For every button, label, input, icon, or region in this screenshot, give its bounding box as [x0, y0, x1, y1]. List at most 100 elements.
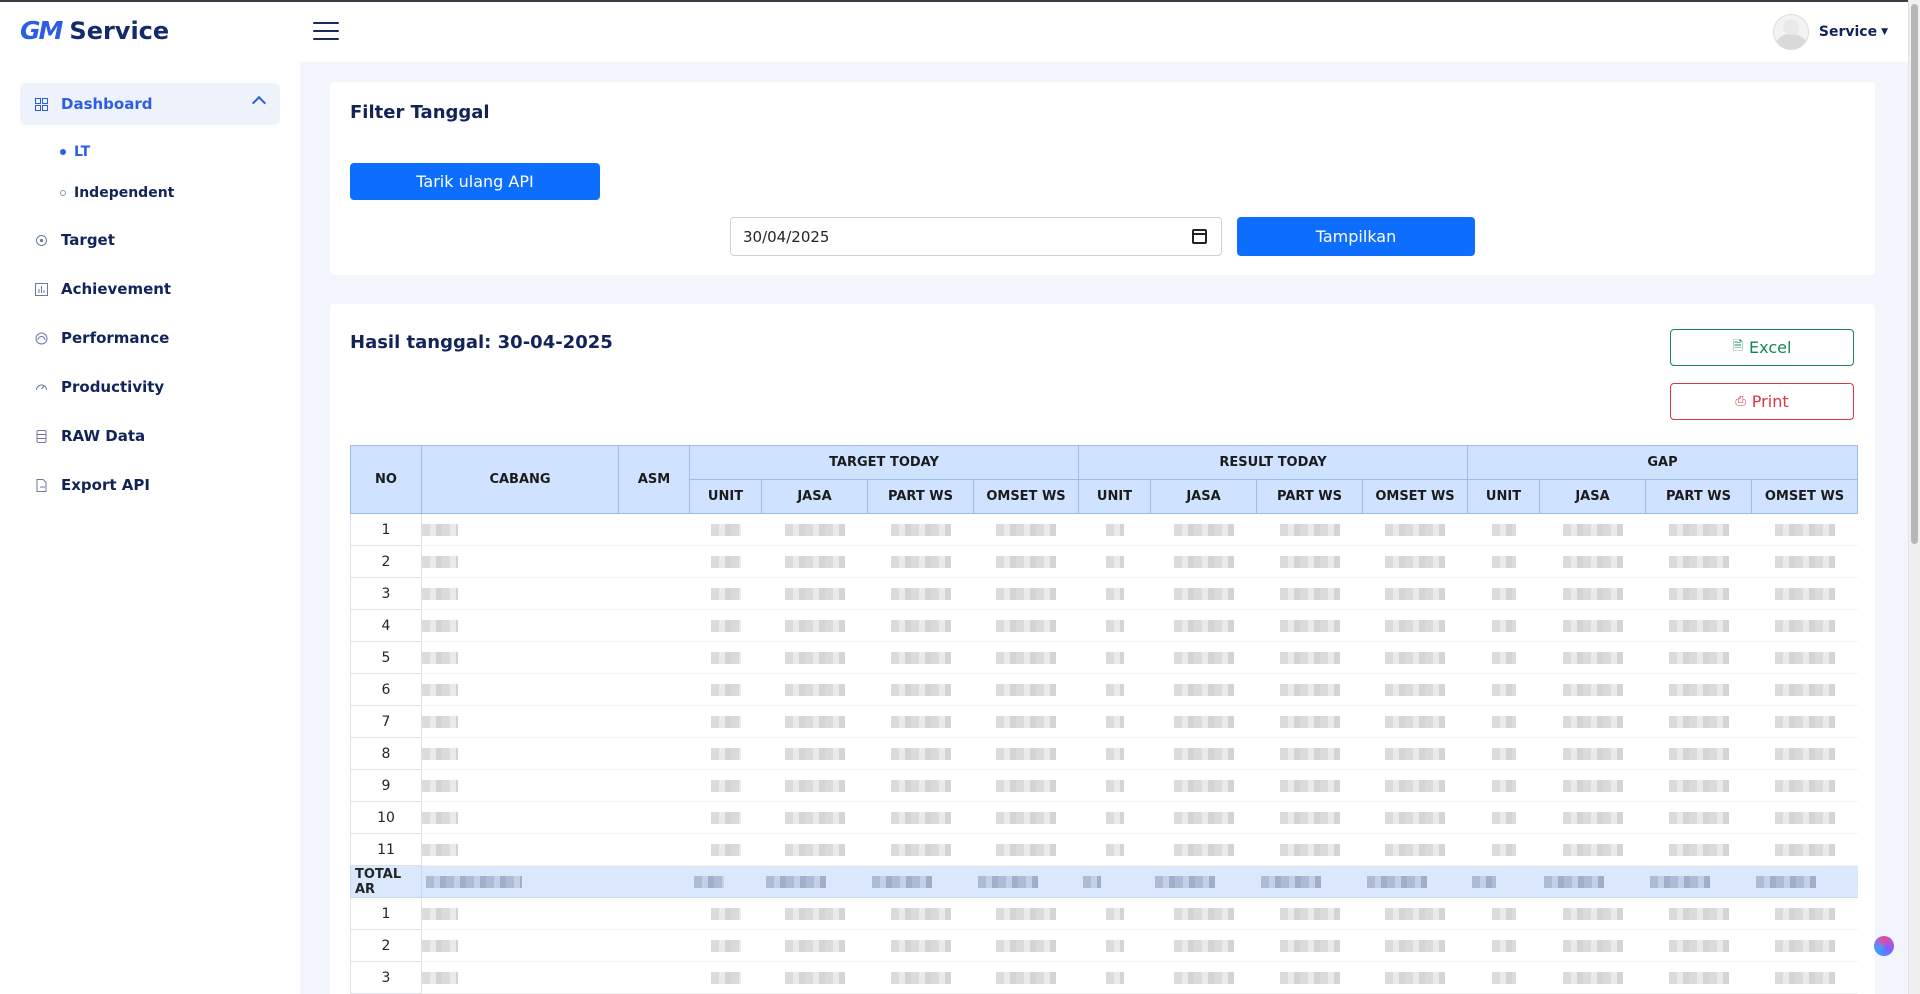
- asm-cell: [618, 961, 690, 994]
- reload-api-button[interactable]: Tarik ulang API: [350, 163, 600, 200]
- value-cell: [689, 673, 762, 706]
- value-cell: [1751, 673, 1858, 706]
- result-table: NO CABANG ASM TARGET TODAY RESULT TODAY …: [350, 445, 1858, 994]
- subheader-cell: UNIT: [1078, 479, 1151, 514]
- value-cell: [1362, 545, 1468, 578]
- value-cell: [1256, 705, 1363, 738]
- value-cell: [1645, 673, 1752, 706]
- value-cell: [973, 769, 1079, 802]
- sidebar-item-dashboard[interactable]: Dashboard: [20, 83, 280, 125]
- table-row: 4: [350, 609, 1858, 642]
- value-cell: [1751, 737, 1858, 770]
- value-cell: [1645, 513, 1752, 546]
- value-cell: [1362, 609, 1468, 642]
- header-cabang: CABANG: [421, 445, 619, 514]
- value-cell: [1078, 801, 1151, 834]
- subheader-cell: OMSET WS: [1362, 479, 1468, 514]
- table-row: 2: [350, 929, 1858, 962]
- value-cell: [689, 545, 762, 578]
- value-cell: [689, 513, 762, 546]
- cabang-cell: [421, 865, 619, 898]
- show-button[interactable]: Tampilkan: [1237, 217, 1475, 256]
- cabang-cell: [421, 801, 619, 834]
- value-cell: [1539, 961, 1646, 994]
- value-cell: [1256, 897, 1363, 930]
- table-row: 8: [350, 737, 1858, 770]
- value-cell: [867, 769, 974, 802]
- value-cell: [1078, 577, 1151, 610]
- value-cell: [1362, 897, 1468, 930]
- value-cell: [689, 769, 762, 802]
- excel-button[interactable]: 🗎 Excel: [1670, 329, 1854, 366]
- cabang-cell: [421, 641, 619, 674]
- date-field[interactable]: 30/04/2025: [730, 217, 1222, 256]
- table-row: 3: [350, 577, 1858, 610]
- asm-cell: [618, 897, 690, 930]
- assistant-icon[interactable]: [1874, 936, 1894, 956]
- target-icon: [34, 233, 48, 247]
- value-cell: [1539, 929, 1646, 962]
- value-cell: [867, 513, 974, 546]
- row-number: 4: [350, 609, 422, 642]
- asm-cell: [618, 641, 690, 674]
- value-cell: [973, 961, 1079, 994]
- value-cell: [1150, 513, 1257, 546]
- value-cell: [973, 577, 1079, 610]
- sidebar-subitem-label: Independent: [74, 185, 175, 201]
- value-cell: [761, 545, 868, 578]
- sidebar-item-label: Performance: [61, 329, 170, 347]
- total-row: TOTAL AR: [350, 865, 1858, 898]
- print-button[interactable]: ⎙ Print: [1670, 383, 1854, 420]
- sidebar-item-performance[interactable]: Performance: [20, 317, 280, 359]
- sidebar-item-achievement[interactable]: Achievement: [20, 268, 280, 310]
- sidebar-item-productivity[interactable]: Productivity: [20, 366, 280, 408]
- sidebar-item-target[interactable]: Target: [20, 219, 280, 261]
- value-cell: [1150, 961, 1257, 994]
- header-gap: GAP: [1467, 445, 1858, 480]
- asm-cell: [618, 705, 690, 738]
- sidebar-item-export-api[interactable]: Export API: [20, 464, 280, 506]
- brand[interactable]: GM Service: [20, 16, 169, 45]
- avatar: [1772, 14, 1809, 50]
- excel-label: Excel: [1749, 338, 1792, 357]
- value-cell: [1751, 513, 1858, 546]
- subheader-cell: JASA: [761, 479, 868, 514]
- value-cell: [1150, 545, 1257, 578]
- value-cell: [1539, 737, 1646, 770]
- value-cell: [1256, 577, 1363, 610]
- sidebar-item-raw-data[interactable]: RAW Data: [20, 415, 280, 457]
- file-excel-icon: 🗎: [1732, 338, 1744, 354]
- asm-cell: [618, 833, 690, 866]
- value-cell: [1256, 737, 1363, 770]
- value-cell: [1362, 673, 1468, 706]
- sidebar-subitem-lt[interactable]: LT: [60, 141, 90, 163]
- scroll-thumb[interactable]: [1911, 4, 1918, 544]
- value-cell: [761, 769, 868, 802]
- table-row: 11: [350, 833, 1858, 866]
- row-number: 11: [350, 833, 422, 866]
- value-cell: [867, 961, 974, 994]
- sidebar-item-label: RAW Data: [61, 427, 146, 445]
- value-cell: [761, 833, 868, 866]
- bar-chart-icon: [34, 282, 48, 296]
- value-cell: [973, 929, 1079, 962]
- subheader-cell: UNIT: [1467, 479, 1540, 514]
- value-cell: [867, 705, 974, 738]
- value-cell: [1256, 673, 1363, 706]
- subheader-cell: PART WS: [867, 479, 974, 514]
- page-scrollbar[interactable]: [1908, 0, 1920, 994]
- value-cell: [1645, 705, 1752, 738]
- value-cell: [973, 641, 1079, 674]
- value-cell: [1645, 801, 1752, 834]
- value-cell: [761, 737, 868, 770]
- value-cell: [1362, 577, 1468, 610]
- value-cell: [1362, 769, 1468, 802]
- calendar-icon[interactable]: [1192, 229, 1207, 244]
- value-cell: [761, 961, 868, 994]
- value-cell: [1539, 897, 1646, 930]
- value-cell: [689, 641, 762, 674]
- menu-toggle-icon[interactable]: [313, 22, 339, 44]
- value-cell: [867, 609, 974, 642]
- user-menu[interactable]: Service ▼: [1772, 14, 1888, 50]
- sidebar-subitem-independent[interactable]: Independent: [60, 182, 174, 204]
